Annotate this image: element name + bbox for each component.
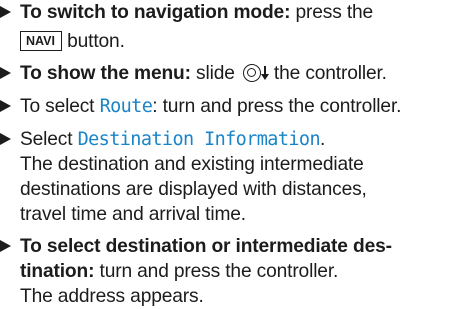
step-description-line: The destination and existing intermediat…: [20, 154, 364, 175]
bullet-arrow-icon: [0, 133, 11, 145]
step-select-destination-information: Select Destination Information. The dest…: [0, 127, 465, 227]
step-text: the controller.: [273, 63, 387, 84]
step-text: turn and press the controller.: [94, 261, 339, 282]
step-text: Select: [20, 129, 78, 150]
bullet-arrow-icon: [0, 240, 11, 252]
menu-item-route: Route: [99, 96, 153, 117]
step-text: : turn and press the controller.: [152, 96, 402, 117]
step-show-menu: To show the menu: slide the controller.: [0, 61, 465, 86]
step-result: The address appears.: [20, 286, 204, 307]
step-description-line: destinations are displayed with distance…: [20, 179, 367, 200]
bullet-arrow-icon: [0, 100, 11, 112]
step-text: .: [319, 129, 326, 150]
bullet-arrow-icon: [0, 6, 11, 18]
step-text: press the: [290, 2, 374, 23]
instruction-page: To switch to navigation mode: press the …: [0, 0, 469, 309]
menu-item-destination-information: Destination Information: [77, 129, 321, 150]
step-lead: To switch to navigation mode:: [20, 2, 291, 23]
slide-down-arrow-icon: [260, 66, 270, 80]
step-select-route: To select Route: turn and press the cont…: [0, 94, 465, 119]
step-lead: tination:: [20, 261, 95, 282]
step-description-line: travel time and arrival time.: [20, 204, 246, 225]
step-text: slide: [190, 63, 240, 84]
step-text: button.: [61, 31, 125, 52]
step-switch-navigation-mode: To switch to navigation mode: press the …: [0, 0, 465, 54]
navi-key: NAVI: [20, 31, 62, 51]
controller-icon: [242, 64, 261, 82]
step-lead: To select destination or intermediate de…: [20, 236, 392, 257]
bullet-arrow-icon: [0, 67, 11, 79]
step-lead: To show the menu:: [20, 63, 191, 84]
step-text: To select: [20, 96, 100, 117]
step-select-destination: To select destination or intermediate de…: [0, 234, 465, 309]
